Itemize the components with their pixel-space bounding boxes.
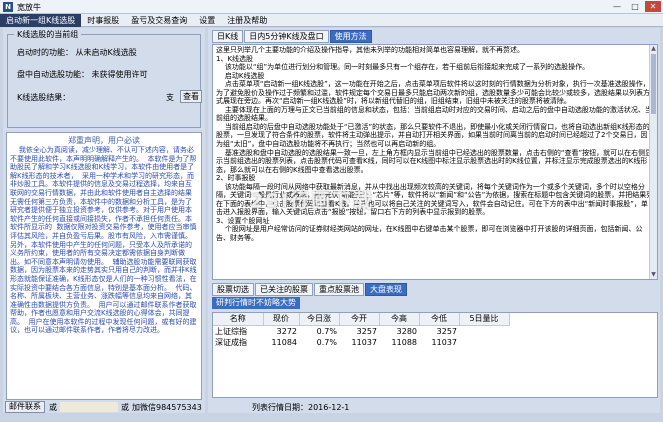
auto-select-info: 盘中自动选股功能： 未获得使用许可: [17, 70, 148, 79]
table-row[interactable]: 深证成指 11084 0.7% 11037 11088 11037: [213, 337, 509, 348]
right-panel: 日K线 日内5分钟K线及盘口 使用方法 这里只列举几个主要功能的介绍及操作指导，…: [208, 28, 660, 413]
disclaimer-text: 我依全心为真阅读，减少理解、不认可下述内容，请务必不要使用此软件，本声明明确解释…: [10, 146, 197, 335]
window-controls: — □ ✕: [609, 1, 661, 12]
table-header-row: 名称 现价 今日涨 今开 今高 今低 5日量比: [213, 313, 510, 326]
window-title: 宽放牛: [17, 3, 41, 12]
col-price[interactable]: 现价: [263, 313, 300, 326]
app-icon: N: [3, 2, 13, 12]
cell-low: 3257: [436, 326, 457, 336]
tab-key-pool[interactable]: 重点股票池: [314, 283, 364, 296]
cell-open: 11037: [351, 337, 377, 347]
col-high[interactable]: 今高: [379, 313, 420, 326]
tab-daily-kline[interactable]: 日K线: [212, 30, 244, 43]
cell-open: 3257: [356, 326, 377, 336]
cell-name: 深证成指: [215, 337, 247, 347]
cell-price: 3272: [276, 326, 297, 336]
cell-price: 11084: [271, 337, 297, 347]
current-group-box: K线选股的当前组 启动时的功能： 从未启动K线选股 盘中自动选股功能： 未获得使…: [7, 29, 202, 128]
lower-tabs: 股票切选 已关注的股票 重点股票池 大盘表现: [212, 283, 408, 296]
mail-contact-button[interactable]: 邮件联系: [5, 401, 45, 413]
cell-low: 11037: [431, 337, 457, 347]
top-tabs: 日K线 日内5分钟K线及盘口 使用方法: [212, 30, 373, 43]
result-unit: 支: [166, 93, 174, 102]
col-open[interactable]: 今开: [339, 313, 380, 326]
cell-vol-ratio: [459, 337, 509, 348]
menu-news-stock[interactable]: 时事报股: [81, 14, 125, 27]
tab-stock-pick[interactable]: 股票切选: [212, 283, 254, 296]
maximize-button[interactable]: □: [627, 1, 643, 12]
disclaimer-panel: 郑重声明，用户必读 我依全心为真阅读，减少理解、不认可下述内容，请务必不要使用此…: [6, 132, 202, 400]
group-title: K线选股的当前组: [14, 29, 82, 40]
cell-vol-ratio: [459, 325, 509, 337]
col-change[interactable]: 今日涨: [299, 313, 340, 326]
menu-pnl-query[interactable]: 盈亏及交易查询: [125, 14, 193, 27]
right-status-bar: 列表行情日期：2016-12-1: [208, 401, 660, 413]
minimize-button[interactable]: —: [609, 1, 625, 12]
disclaimer-title: 郑重声明，用户必读: [68, 136, 140, 145]
market-table: 名称 现价 今日涨 今开 今高 今低 5日量比 上证综指 3272 0.7% 3…: [212, 312, 658, 398]
wechat-text: 加微信984575343: [132, 402, 202, 412]
cell-high: 11088: [391, 337, 417, 347]
close-button[interactable]: ✕: [645, 1, 661, 12]
col-low[interactable]: 今低: [419, 313, 460, 326]
scroll-down-icon[interactable]: ▼: [650, 271, 657, 279]
tab-watchlist[interactable]: 已关注的股票: [255, 283, 313, 296]
title-bar: N 宽放牛 — □ ✕: [0, 0, 663, 14]
doc-scrollbar[interactable]: ▲ ▼: [649, 45, 657, 279]
left-panel: K线选股的当前组 启动时的功能： 从未启动K线选股 盘中自动选股功能： 未获得使…: [3, 28, 205, 413]
menu-bar: 启动新一组K线选股 时事报股 盈亏及交易查询 设置 注册及帮助: [0, 14, 663, 27]
cell-change: 0.7%: [316, 326, 337, 336]
start-time-info: 启动时的功能： 从未启动K线选股: [17, 48, 137, 57]
table-row[interactable]: 上证综指 3272 0.7% 3257 3280 3257: [213, 325, 509, 337]
cell-name: 上证综指: [215, 326, 247, 336]
market-date-label: 列表行情日期：2016-12-1: [252, 403, 350, 412]
or-text-1: 或: [49, 402, 57, 412]
cell-high: 3280: [396, 326, 417, 336]
col-vol-ratio[interactable]: 5日量比: [459, 313, 510, 326]
view-results-button[interactable]: 查看: [180, 90, 202, 103]
menu-register-help[interactable]: 注册及帮助: [221, 14, 273, 27]
result-label: K线选股结果：: [17, 93, 71, 102]
tab-market[interactable]: 大盘表现: [365, 283, 407, 296]
scroll-thumb[interactable]: [651, 54, 656, 114]
cell-change: 0.7%: [316, 337, 337, 347]
or-text-2: 或: [121, 402, 129, 412]
contact-field: [60, 402, 118, 412]
tab-intraday-5min[interactable]: 日内5分钟K线及盘口: [244, 30, 329, 43]
tab-usage[interactable]: 使用方法: [329, 30, 372, 43]
col-name[interactable]: 名称: [213, 313, 264, 326]
left-status-bar: 邮件联系 或 或 加微信984575343: [3, 401, 205, 413]
usage-document: 这里只列举几个主要功能的介绍及操作指导，其他未列举的功能相对简单也容易理解，就不…: [212, 44, 658, 280]
menu-settings[interactable]: 设置: [193, 14, 221, 27]
usage-text: 这里只列举几个主要功能的介绍及操作指导，其他未列举的功能相对简单也容易理解，就不…: [216, 46, 654, 243]
scroll-up-icon[interactable]: ▲: [650, 45, 657, 53]
menu-start-kline[interactable]: 启动新一组K线选股: [0, 14, 82, 27]
market-subheader: 研判行情时不妨略大势: [212, 297, 300, 309]
